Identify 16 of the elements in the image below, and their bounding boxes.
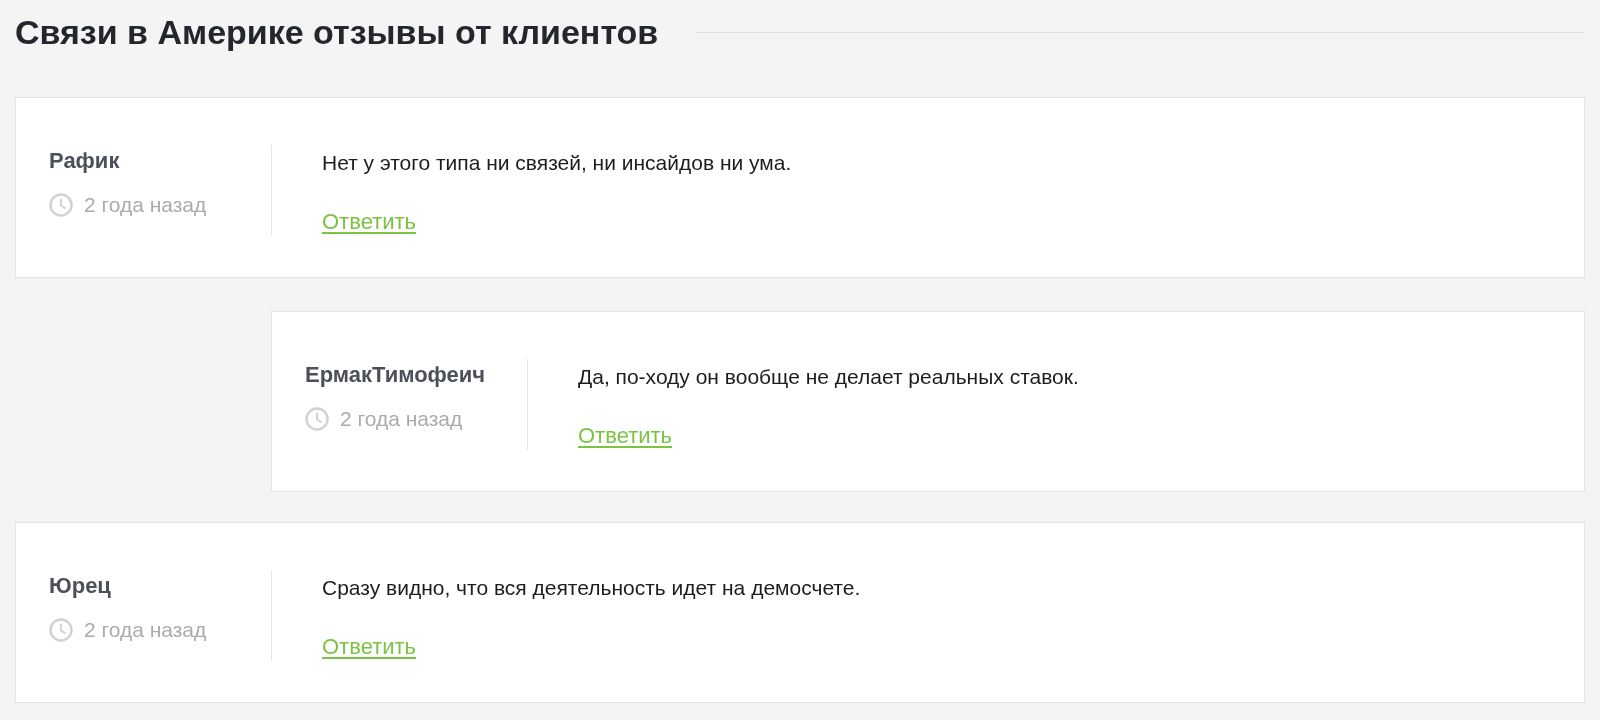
reply-link[interactable]: Ответить (322, 633, 417, 661)
reply-link[interactable]: Ответить (322, 208, 417, 236)
author-name: Юрец (49, 573, 112, 599)
comment-text: Да, по-ходу он вообще не делает реальных ставок. (578, 364, 1079, 390)
clock-icon (49, 618, 73, 642)
author-name: Рафик (49, 148, 121, 174)
comment-text: Сразу видно, что вся деятельность идет на демосчете. (322, 575, 861, 601)
author-name: ЕрмакТимофеич (305, 362, 487, 388)
comment-time: 2 года назад (84, 192, 207, 218)
comment-time: 2 года назад (340, 406, 463, 432)
comment-time: 2 года назад (84, 617, 207, 643)
clock-icon (49, 193, 73, 217)
comment-text: Нет у этого типа ни связей, ни инсайдов ни ума. (322, 150, 792, 176)
reply-link[interactable]: Ответить (578, 422, 673, 450)
clock-icon (305, 407, 329, 431)
page-title: Связи в Америке отзывы от клиентов (15, 12, 659, 53)
